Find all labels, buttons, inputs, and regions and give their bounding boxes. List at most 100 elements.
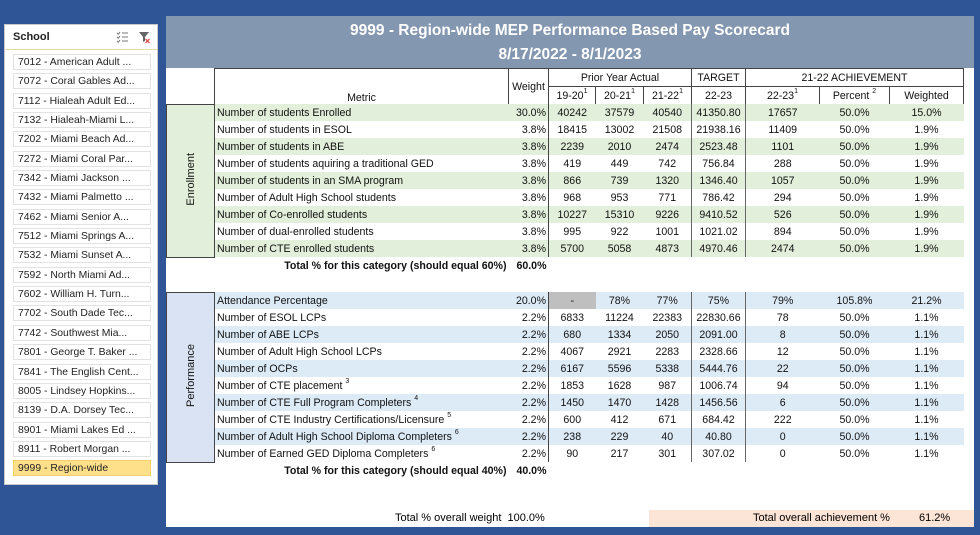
achievement-weighted: 1.1%	[914, 311, 939, 324]
achievement-22-23: 94	[745, 377, 820, 394]
clear-filter-icon[interactable]	[137, 30, 151, 44]
metric-name: Number of students Enrolled	[214, 104, 509, 121]
achievement-percent: 50.0%	[819, 428, 890, 445]
metric-name: Number of students in an SMA program	[214, 172, 509, 189]
slicer-item[interactable]: 7841 - The English Cent...	[13, 363, 151, 380]
metric-weight: 2.2%	[521, 413, 546, 426]
category-total-value: 40.0%	[516, 464, 547, 477]
achievement-weighted: 1.9%	[914, 225, 939, 238]
actual-20-21: 953	[610, 191, 629, 204]
year-21-22-header: 21-221	[643, 86, 692, 104]
metric-weight: 2.2%	[508, 394, 549, 411]
metric-row: Number of Adult High School Diploma Comp…	[167, 428, 964, 445]
target-header: TARGET	[691, 68, 746, 87]
metric-row: Number of Co-enrolled students 3.8% 10227 1…	[167, 206, 964, 223]
metric-name: Number of Adult High School LCPs	[214, 343, 509, 360]
slicer-item[interactable]: 8005 - Lindsey Hopkins...	[13, 382, 151, 399]
slicer-item[interactable]: 7602 - William H. Turn...	[13, 286, 151, 303]
slicer-item[interactable]: 7592 - North Miami Ad...	[13, 266, 151, 283]
slicer-item[interactable]: 7072 - Coral Gables Ad...	[13, 73, 151, 90]
school-slicer: School 7012 - American Adult ... 7072 - C…	[4, 24, 158, 485]
slicer-item[interactable]: 7801 - George T. Baker ...	[13, 344, 151, 361]
achievement-percent: 50.0%	[839, 123, 870, 136]
actual-21-22: 2050	[643, 326, 692, 343]
slicer-item[interactable]: 9999 - Region-wide	[13, 460, 151, 477]
actual-21-22: 40	[643, 428, 692, 445]
scorecard-table: Metric Weight Prior Year Actual TARGET 2…	[166, 68, 964, 480]
actual-21-22: 40540	[643, 104, 692, 121]
multi-select-icon[interactable]	[115, 30, 129, 44]
actual-20-21: 5058	[595, 240, 644, 257]
slicer-item[interactable]: 8911 - Robert Morgan ...	[13, 440, 151, 457]
metric-row: Number of Adult High School LCPs 2.2% 4067…	[167, 343, 964, 360]
slicer-item[interactable]: 7012 - American Adult ...	[13, 54, 151, 70]
achievement-22-23: 8	[745, 326, 820, 343]
slicer-item[interactable]: 8901 - Miami Lakes Ed ...	[13, 421, 151, 438]
slicer-item[interactable]: 7532 - Miami Sunset A...	[13, 247, 151, 264]
metric-row: Number of CTE enrolled students 3.8% 5700 5…	[167, 240, 964, 257]
scorecard-sheet: 9999 - Region-wide MEP Performance Based…	[166, 16, 974, 527]
metric-name: Number of students in ABE	[214, 138, 509, 155]
achievement-weighted: 1.9%	[914, 191, 939, 204]
target-22-23: 2091.00	[691, 326, 746, 343]
slicer-item[interactable]: 7132 - Hialeah-Miami L...	[13, 112, 151, 129]
actual-19-20: 90	[548, 445, 596, 462]
metric-name: Number of OCPs	[214, 360, 509, 377]
achievement-22-23: 288	[745, 155, 820, 172]
metric-weight: 3.8%	[508, 172, 549, 189]
target-22-23: 22830.66	[691, 309, 746, 326]
achievement-weighted: 15.0%	[889, 104, 964, 121]
actual-19-20: 2239	[548, 138, 596, 155]
slicer-item[interactable]: 8139 - D.A. Dorsey Tec...	[13, 402, 151, 419]
actual-19-20: 680	[548, 326, 596, 343]
metric-weight: 2.2%	[521, 311, 546, 324]
achievement-22-23: 0	[745, 428, 820, 445]
summary-footer: Total % overall weight 100.0% Total over…	[166, 510, 974, 527]
target-22-23: 1346.40	[691, 172, 746, 189]
actual-20-21: 739	[595, 172, 644, 189]
metric-row: Number of ABE LCPs 2.2% 680 1334 2050 2091.00…	[167, 326, 964, 343]
achievement-weighted: 1.1%	[914, 345, 939, 358]
achievement-percent: 50.0%	[839, 379, 870, 392]
metric-name: Number of students aquiring a traditiona…	[214, 155, 509, 172]
metric-name: Number of Earned GED Diploma Completers …	[214, 445, 509, 462]
slicer-item[interactable]: 7742 - Southwest Mia...	[13, 324, 151, 341]
achievement-22-23: 22	[745, 360, 820, 377]
year-20-21-header: 20-211	[595, 86, 644, 104]
actual-19-20: 995	[548, 223, 596, 240]
slicer-item[interactable]: 7462 - Miami Senior A...	[13, 208, 151, 225]
actual-20-21: 37579	[595, 104, 644, 121]
slicer-item[interactable]: 7112 - Hialeah Adult Ed...	[13, 92, 151, 109]
achievement-percent: 50.0%	[819, 326, 890, 343]
achievement-percent: 50.0%	[819, 206, 890, 223]
achievement-22-23: 222	[745, 411, 820, 428]
actual-19-20: 600	[548, 411, 596, 428]
metric-weight: 3.8%	[508, 240, 549, 257]
metric-weight: 3.8%	[508, 138, 549, 155]
actual-21-22: 742	[658, 157, 677, 170]
slicer-item[interactable]: 7702 - South Dade Tec...	[13, 305, 151, 322]
achievement-percent: 50.0%	[819, 172, 890, 189]
slicer-item[interactable]: 7342 - Miami Jackson ...	[13, 170, 151, 187]
slicer-item[interactable]: 7272 - Miami Coral Par...	[13, 150, 151, 167]
metric-row: Number of Adult High School students 3.8%…	[167, 189, 964, 206]
metric-weight: 2.2%	[521, 447, 546, 460]
achievement-year-header: 22-231	[745, 86, 820, 104]
achievement-22-23: 294	[745, 189, 820, 206]
achievement-weighted: 1.1%	[889, 326, 964, 343]
metric-name: Number of CTE Full Program Completers 4	[214, 394, 509, 411]
actual-19-20: 1450	[548, 394, 596, 411]
overall-weight: Total % overall weight 100.0%	[395, 512, 545, 524]
slicer-item[interactable]: 7432 - Miami Palmetto ...	[13, 189, 151, 206]
slicer-item[interactable]: 7512 - Miami Springs A...	[13, 228, 151, 245]
metric-name: Number of Adult High School Diploma Comp…	[214, 428, 509, 445]
achievement-weighted: 1.9%	[914, 157, 939, 170]
category-total-row: Total % for this category (should equal …	[167, 257, 964, 275]
metric-row: Number of CTE placement 3 2.2% 1853 1628 987…	[167, 377, 964, 394]
actual-20-21: 13002	[604, 123, 635, 136]
actual-20-21: 11224	[605, 311, 634, 324]
metric-row: Number of CTE Industry Certifications/Li…	[167, 411, 964, 428]
slicer-item[interactable]: 7202 - Miami Beach Ad...	[13, 131, 151, 148]
target-22-23: 1006.74	[691, 377, 746, 394]
achievement-22-23: 79%	[745, 292, 820, 309]
